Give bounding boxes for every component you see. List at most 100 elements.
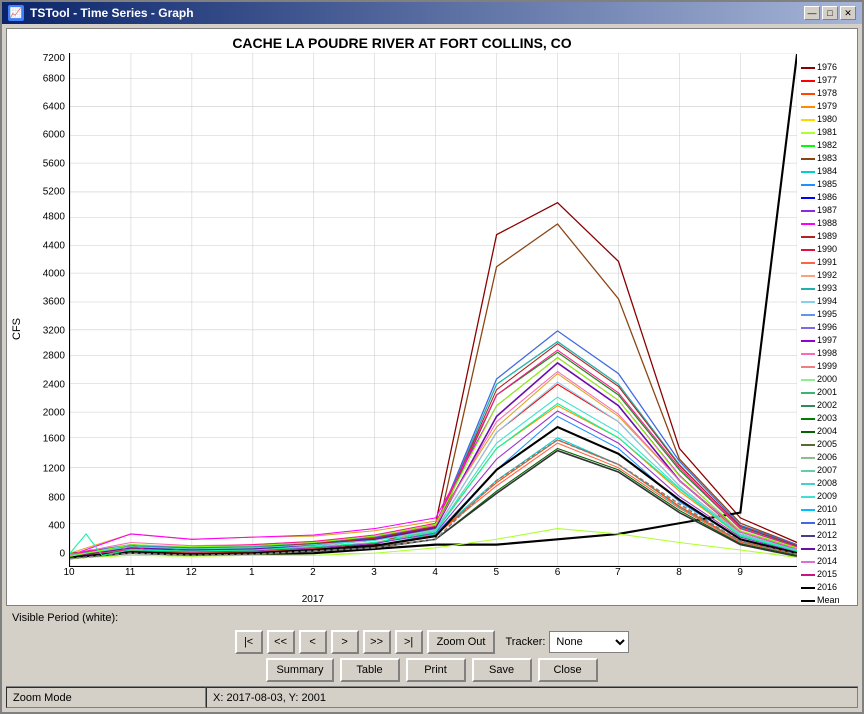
nav-prev-fast-button[interactable]: << (267, 630, 295, 654)
x-tick-11: 11 (125, 567, 135, 578)
navigation-row: |< << < > >> >| Zoom Out Tracker: None M… (8, 630, 856, 654)
legend-1982: 1982 (801, 139, 855, 152)
y-tick-7200: 7200 (43, 53, 65, 64)
chart-inner: CFS 7200 6800 6400 6000 5600 5200 (7, 53, 797, 605)
x-tick-5: 5 (494, 567, 500, 578)
legend-line-2000 (801, 379, 815, 381)
legend-line-2008 (801, 483, 815, 485)
legend-line-2009 (801, 496, 815, 498)
legend-label-2013: 2013 (817, 542, 837, 555)
nav-prev-button[interactable]: < (299, 630, 327, 654)
y-tick-5200: 5200 (43, 186, 65, 197)
legend-line-2006 (801, 457, 815, 459)
legend-line-1983 (801, 158, 815, 160)
legend-line-1979 (801, 106, 815, 108)
maximize-button[interactable]: □ (822, 6, 838, 20)
y-tick-2400: 2400 (43, 379, 65, 390)
y-tick-2000: 2000 (43, 407, 65, 418)
window-title: TSTool - Time Series - Graph (30, 6, 194, 20)
legend-line-1991 (801, 262, 815, 264)
legend-line-2011 (801, 522, 815, 524)
legend-line-2004 (801, 431, 815, 433)
status-coordinates: X: 2017-08-03, Y: 2001 (206, 687, 858, 708)
legend-1985: 1985 (801, 178, 855, 191)
legend-1976: 1976 (801, 61, 855, 74)
legend-label-2011: 2011 (817, 516, 836, 529)
legend-label-2014: 2014 (817, 555, 837, 568)
x-tick-6: 6 (555, 567, 561, 578)
legend-1979: 1979 (801, 100, 855, 113)
legend-1998: 1998 (801, 347, 855, 360)
minimize-button[interactable]: — (804, 6, 820, 20)
legend-1991: 1991 (801, 256, 855, 269)
nav-first-button[interactable]: |< (235, 630, 263, 654)
legend-line-1984 (801, 171, 815, 173)
title-bar: 📈 TSTool - Time Series - Graph — □ ✕ (2, 2, 862, 24)
legend-2011: 2011 (801, 516, 855, 529)
legend-1978: 1978 (801, 87, 855, 100)
legend-label-1997: 1997 (817, 334, 837, 347)
legend-1984: 1984 (801, 165, 855, 178)
legend-label-1989: 1989 (817, 230, 837, 243)
legend-1995: 1995 (801, 308, 855, 321)
x-tick-1: 1 (249, 567, 255, 578)
x-tick-7: 7 (615, 567, 621, 578)
zoom-out-button[interactable]: Zoom Out (427, 630, 496, 654)
print-button[interactable]: Print (406, 658, 466, 682)
nav-next-fast-button[interactable]: >> (363, 630, 391, 654)
legend-2006: 2006 (801, 451, 855, 464)
chart-plot-area[interactable] (69, 53, 797, 567)
y-axis-label: CFS (7, 53, 27, 605)
legend-label-2012: 2012 (817, 529, 837, 542)
legend-line-1981 (801, 132, 815, 134)
legend-label-1987: 1987 (817, 204, 837, 217)
legend-line-1992 (801, 275, 815, 277)
summary-button[interactable]: Summary (266, 658, 333, 682)
legend-label-1977: 1977 (817, 74, 837, 87)
y-tick-3600: 3600 (43, 297, 65, 308)
legend-label-1994: 1994 (817, 295, 837, 308)
legend-1993: 1993 (801, 282, 855, 295)
legend-label-1996: 1996 (817, 321, 837, 334)
y-tick-400: 400 (48, 520, 65, 531)
tracker-dropdown[interactable]: None Mouse Nearest (549, 631, 629, 653)
legend-line-2014 (801, 561, 815, 563)
legend-line-1988 (801, 223, 815, 225)
nav-last-button[interactable]: >| (395, 630, 423, 654)
y-tick-800: 800 (48, 492, 65, 503)
legend-label-1983: 1983 (817, 152, 837, 165)
legend-1994: 1994 (801, 295, 855, 308)
legend-label-2002: 2002 (817, 399, 837, 412)
close-button[interactable]: ✕ (840, 6, 856, 20)
x-tick-9: 9 (737, 567, 743, 578)
legend-label-2010: 2010 (817, 503, 837, 516)
legend-label-1988: 1988 (817, 217, 837, 230)
x-year-label: 2017 (302, 594, 324, 605)
legend-line-1977 (801, 80, 815, 82)
legend-line-2013 (801, 548, 815, 550)
legend-1990: 1990 (801, 243, 855, 256)
action-row: Summary Table Print Save Close (8, 658, 856, 682)
legend-1999: 1999 (801, 360, 855, 373)
legend-line-1989 (801, 236, 815, 238)
close-button-action[interactable]: Close (538, 658, 598, 682)
table-button[interactable]: Table (340, 658, 400, 682)
legend-line-1998 (801, 353, 815, 355)
y-tick-0: 0 (59, 549, 65, 560)
legend-line-1997 (801, 340, 815, 342)
chart-area: CACHE LA POUDRE RIVER AT FORT COLLINS, C… (6, 28, 858, 606)
legend-line-1978 (801, 93, 815, 95)
legend-label-1998: 1998 (817, 347, 837, 360)
legend-2007: 2007 (801, 464, 855, 477)
legend-label-2001: 2001 (817, 386, 837, 399)
legend-1980: 1980 (801, 113, 855, 126)
legend-2015: 2015 (801, 568, 855, 581)
legend-2008: 2008 (801, 477, 855, 490)
nav-next-button[interactable]: > (331, 630, 359, 654)
y-tick-6000: 6000 (43, 130, 65, 141)
save-button[interactable]: Save (472, 658, 532, 682)
legend-2001: 2001 (801, 386, 855, 399)
y-tick-4800: 4800 (43, 212, 65, 223)
legend-1986: 1986 (801, 191, 855, 204)
y-tick-4000: 4000 (43, 269, 65, 280)
